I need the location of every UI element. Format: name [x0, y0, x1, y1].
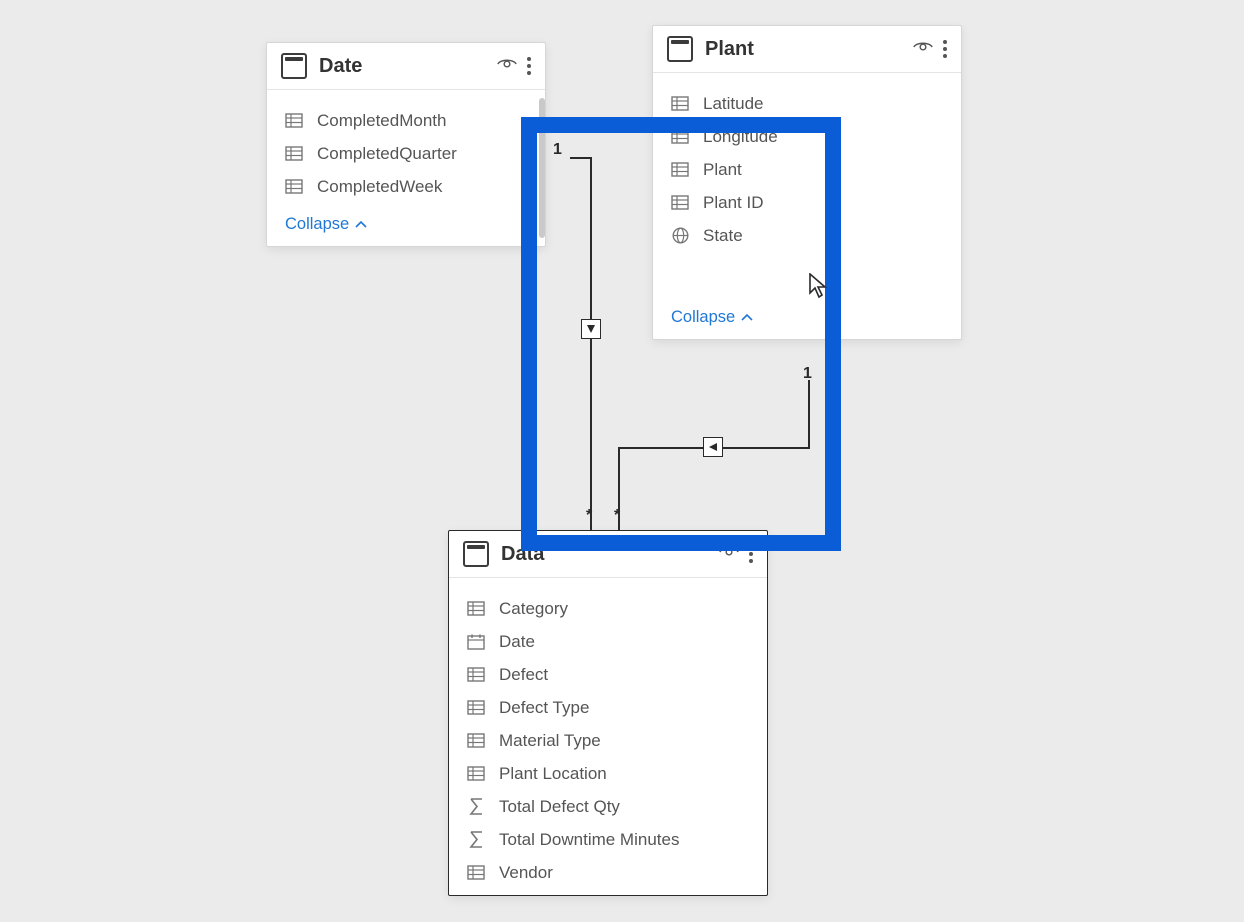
table-card-plant[interactable]: Plant Latitude Longitude Plant Plant ID …: [652, 25, 962, 340]
field-item[interactable]: Defect Type: [467, 691, 749, 724]
field-item[interactable]: CompletedQuarter: [285, 137, 527, 170]
card-header-date[interactable]: Date: [267, 43, 545, 90]
field-item[interactable]: Material Type: [467, 724, 749, 757]
table-column-icon: [467, 733, 485, 748]
field-label: Latitude: [703, 94, 764, 114]
field-item[interactable]: CompletedMonth: [285, 104, 527, 137]
field-label: Vendor: [499, 863, 553, 883]
table-column-icon: [671, 162, 689, 177]
card-title-date: Date: [319, 55, 497, 78]
table-column-icon: [671, 129, 689, 144]
field-item[interactable]: State: [671, 219, 943, 252]
relationship-plant-data[interactable]: [808, 380, 810, 447]
visibility-icon[interactable]: [719, 545, 739, 564]
more-options-icon[interactable]: [527, 57, 531, 75]
table-card-date[interactable]: Date CompletedMonth CompletedQuarter Com…: [266, 42, 546, 247]
field-item[interactable]: Vendor: [467, 856, 749, 889]
field-label: Date: [499, 632, 535, 652]
field-label: Defect: [499, 665, 548, 685]
filter-direction-icon: [703, 437, 723, 457]
chevron-up-icon: [355, 221, 367, 229]
field-label: Category: [499, 599, 568, 619]
sigma-icon: [467, 798, 485, 815]
table-column-icon: [467, 601, 485, 616]
visibility-icon[interactable]: [497, 57, 517, 76]
field-item[interactable]: CompletedWeek: [285, 170, 527, 203]
relationship-date-data[interactable]: [590, 157, 592, 530]
field-label: Total Defect Qty: [499, 797, 620, 817]
field-item[interactable]: Plant ID: [671, 186, 943, 219]
globe-icon: [671, 227, 689, 244]
field-item[interactable]: Longitude: [671, 120, 943, 153]
field-label: Plant ID: [703, 193, 763, 213]
table-column-icon: [467, 766, 485, 781]
table-column-icon: [285, 146, 303, 161]
field-label: Longitude: [703, 127, 778, 147]
table-column-icon: [467, 865, 485, 880]
field-list-data: Category Date Defect Defect Type Materia…: [449, 578, 767, 895]
cardinality-one: 1: [553, 141, 562, 159]
more-options-icon[interactable]: [749, 545, 753, 563]
table-column-icon: [671, 195, 689, 210]
table-column-icon: [467, 667, 485, 682]
model-canvas[interactable]: Date CompletedMonth CompletedQuarter Com…: [0, 0, 1244, 922]
card-title-data: Data: [501, 543, 719, 566]
card-title-plant: Plant: [705, 38, 913, 61]
field-label: Total Downtime Minutes: [499, 830, 679, 850]
field-item[interactable]: Date: [467, 625, 749, 658]
calendar-icon: [467, 634, 485, 650]
collapse-toggle[interactable]: Collapse: [267, 209, 545, 246]
field-label: State: [703, 226, 743, 246]
field-label: Material Type: [499, 731, 601, 751]
card-header-plant[interactable]: Plant: [653, 26, 961, 73]
table-column-icon: [467, 700, 485, 715]
relationship-date-data[interactable]: [570, 157, 592, 159]
field-label: CompletedMonth: [317, 111, 446, 131]
table-column-icon: [285, 179, 303, 194]
field-list-plant: Latitude Longitude Plant Plant ID State: [653, 73, 961, 302]
field-item[interactable]: Plant: [671, 153, 943, 186]
filter-direction-icon: [581, 319, 601, 339]
scrollbar-thumb[interactable]: [539, 98, 545, 238]
field-item[interactable]: Total Downtime Minutes: [467, 823, 749, 856]
table-column-icon: [285, 113, 303, 128]
field-label: Defect Type: [499, 698, 589, 718]
field-label: Plant Location: [499, 764, 607, 784]
cardinality-many: *: [586, 507, 592, 525]
collapse-label: Collapse: [671, 308, 735, 327]
field-item[interactable]: Total Defect Qty: [467, 790, 749, 823]
table-card-data[interactable]: Data Category Date Defect Defect Type Ma…: [448, 530, 768, 896]
cardinality-many: *: [614, 507, 620, 525]
field-label: CompletedQuarter: [317, 144, 457, 164]
field-label: CompletedWeek: [317, 177, 442, 197]
table-icon: [463, 541, 489, 567]
chevron-up-icon: [741, 314, 753, 322]
field-label: Plant: [703, 160, 742, 180]
cardinality-one: 1: [803, 365, 812, 383]
table-icon: [667, 36, 693, 62]
table-column-icon: [671, 96, 689, 111]
collapse-toggle[interactable]: Collapse: [653, 302, 961, 339]
field-item[interactable]: Latitude: [671, 87, 943, 120]
sigma-icon: [467, 831, 485, 848]
table-icon: [281, 53, 307, 79]
collapse-label: Collapse: [285, 215, 349, 234]
field-list-date: CompletedMonth CompletedQuarter Complete…: [267, 90, 545, 209]
visibility-icon[interactable]: [913, 40, 933, 59]
card-header-data[interactable]: Data: [449, 531, 767, 578]
more-options-icon[interactable]: [943, 40, 947, 58]
field-item[interactable]: Defect: [467, 658, 749, 691]
field-item[interactable]: Plant Location: [467, 757, 749, 790]
field-item[interactable]: Category: [467, 592, 749, 625]
